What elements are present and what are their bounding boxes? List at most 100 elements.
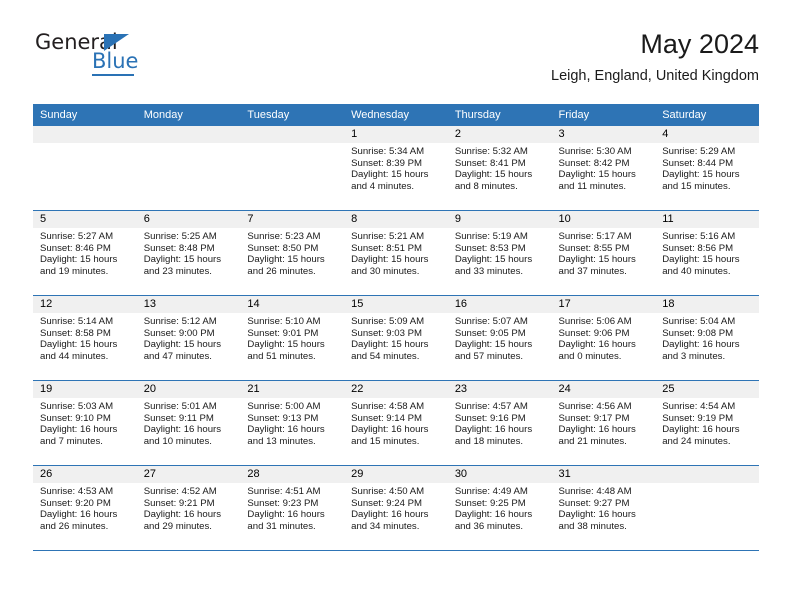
calendar-day-cell[interactable]: 28 Sunrise: 4:51 AM Sunset: 9:23 PM Dayligh…: [240, 465, 345, 551]
day-cell-inner: 25 Sunrise: 4:54 AM Sunset: 9:19 PM Dayligh…: [655, 381, 759, 465]
calendar-day-cell[interactable]: 6 Sunrise: 5:25 AM Sunset: 8:48 PM Daylight…: [136, 210, 241, 296]
calendar-day-cell[interactable]: 2 Sunrise: 5:32 AM Sunset: 8:41 PM Daylight…: [447, 126, 552, 211]
calendar-day-cell[interactable]: 11 Sunrise: 5:16 AM Sunset: 8:56 PM Dayligh…: [655, 210, 759, 296]
daylight-text-line1: Daylight: 16 hours: [247, 424, 325, 436]
day-details: Sunrise: 4:48 AM Sunset: 9:27 PM Daylight:…: [552, 483, 656, 532]
daylight-text-line1: Daylight: 16 hours: [351, 509, 429, 521]
daylight-text-line1: Daylight: 16 hours: [662, 424, 740, 436]
calendar-day-cell[interactable]: 29 Sunrise: 4:50 AM Sunset: 9:24 PM Dayligh…: [344, 465, 448, 551]
day-number: [655, 466, 759, 483]
calendar-day-cell[interactable]: 12 Sunrise: 5:14 AM Sunset: 8:58 PM Dayligh…: [33, 295, 137, 381]
calendar-day-cell[interactable]: 22 Sunrise: 4:58 AM Sunset: 9:14 PM Dayligh…: [344, 380, 448, 466]
sunset-text: Sunset: 9:16 PM: [454, 412, 526, 424]
weekday-header-tuesday: Tuesday: [240, 104, 345, 126]
calendar-day-cell[interactable]: 16 Sunrise: 5:07 AM Sunset: 9:05 PM Dayligh…: [447, 295, 552, 381]
sunset-text: Sunset: 9:23 PM: [247, 497, 319, 509]
daylight-text-line2: and 26 minutes.: [247, 265, 316, 277]
daylight-text-line1: Daylight: 15 hours: [662, 169, 740, 181]
weekday-header-saturday: Saturday: [655, 104, 759, 126]
calendar-day-cell[interactable]: 21 Sunrise: 5:00 AM Sunset: 9:13 PM Dayligh…: [240, 380, 345, 466]
sunset-text: Sunset: 9:21 PM: [143, 497, 215, 509]
daylight-text-line1: Daylight: 15 hours: [454, 169, 533, 181]
daylight-text-line1: Daylight: 15 hours: [454, 339, 533, 351]
daylight-text-line1: Daylight: 16 hours: [454, 509, 533, 521]
calendar-day-cell[interactable]: 20 Sunrise: 5:01 AM Sunset: 9:11 PM Dayligh…: [136, 380, 241, 466]
daylight-text-line1: Daylight: 16 hours: [454, 424, 533, 436]
calendar-day-cell[interactable]: 19 Sunrise: 5:03 AM Sunset: 9:10 PM Dayligh…: [33, 380, 137, 466]
sunset-text: Sunset: 8:42 PM: [558, 157, 630, 169]
sunrise-text: Sunrise: 4:54 AM: [662, 401, 736, 412]
day-details: Sunrise: 5:17 AM Sunset: 8:55 PM Daylight:…: [552, 228, 656, 277]
day-details: Sunrise: 5:00 AM Sunset: 9:13 PM Daylight:…: [240, 398, 344, 447]
day-number: 14: [240, 296, 345, 313]
calendar-day-cell[interactable]: 5 Sunrise: 5:27 AM Sunset: 8:46 PM Daylight…: [33, 210, 137, 296]
daylight-text-line1: Daylight: 16 hours: [143, 509, 222, 521]
calendar-cell-empty: [240, 126, 345, 211]
daylight-text-line2: and 31 minutes.: [247, 520, 316, 532]
calendar-day-cell[interactable]: 30 Sunrise: 4:49 AM Sunset: 9:25 PM Dayligh…: [447, 465, 552, 551]
daylight-text-line2: and 4 minutes.: [351, 180, 415, 192]
calendar-day-cell[interactable]: 14 Sunrise: 5:10 AM Sunset: 9:01 PM Dayligh…: [240, 295, 345, 381]
calendar-week-row: 5 Sunrise: 5:27 AM Sunset: 8:46 PM Daylight…: [33, 210, 759, 296]
sunrise-text: Sunrise: 5:25 AM: [143, 231, 217, 242]
calendar-day-cell[interactable]: 27 Sunrise: 4:52 AM Sunset: 9:21 PM Dayligh…: [136, 465, 241, 551]
day-number: 13: [136, 296, 241, 313]
sunrise-text: Sunrise: 5:19 AM: [454, 231, 528, 242]
calendar-day-cell[interactable]: 23 Sunrise: 4:57 AM Sunset: 9:16 PM Dayligh…: [447, 380, 552, 466]
sunset-text: Sunset: 8:56 PM: [662, 242, 734, 254]
day-number: 24: [551, 381, 656, 398]
calendar-day-cell[interactable]: 25 Sunrise: 4:54 AM Sunset: 9:19 PM Dayligh…: [655, 380, 759, 466]
sunrise-text: Sunrise: 4:51 AM: [247, 486, 321, 497]
daylight-text-line1: Daylight: 15 hours: [454, 254, 533, 266]
day-number: 15: [344, 296, 448, 313]
day-details: Sunrise: 4:49 AM Sunset: 9:25 PM Daylight:…: [448, 483, 552, 532]
daylight-text-line1: Daylight: 15 hours: [143, 339, 222, 351]
day-cell-inner: 23 Sunrise: 4:57 AM Sunset: 9:16 PM Dayligh…: [447, 381, 552, 465]
day-cell-inner: 7 Sunrise: 5:23 AM Sunset: 8:50 PM Daylight…: [240, 211, 345, 295]
daylight-text-line1: Daylight: 16 hours: [558, 509, 636, 521]
daylight-text-line2: and 15 minutes.: [662, 180, 731, 192]
day-number: 18: [655, 296, 759, 313]
day-cell-inner: 15 Sunrise: 5:09 AM Sunset: 9:03 PM Dayligh…: [344, 296, 448, 380]
page-header: General Blue May 2024 Leigh, England, Un…: [33, 28, 759, 100]
sunrise-text: Sunrise: 5:12 AM: [143, 316, 217, 327]
daylight-text-line1: Daylight: 16 hours: [662, 339, 740, 351]
day-cell-inner: 14 Sunrise: 5:10 AM Sunset: 9:01 PM Dayligh…: [240, 296, 345, 380]
page-title: May 2024: [640, 29, 759, 59]
calendar-day-cell[interactable]: 4 Sunrise: 5:29 AM Sunset: 8:44 PM Daylight…: [655, 126, 759, 211]
daylight-text-line2: and 8 minutes.: [454, 180, 518, 192]
day-number: 2: [447, 126, 552, 143]
calendar-day-cell[interactable]: 10 Sunrise: 5:17 AM Sunset: 8:55 PM Dayligh…: [551, 210, 656, 296]
day-cell-inner: 19 Sunrise: 5:03 AM Sunset: 9:10 PM Dayligh…: [33, 381, 137, 465]
calendar-day-cell[interactable]: 1 Sunrise: 5:34 AM Sunset: 8:39 PM Daylight…: [344, 126, 448, 211]
day-cell-inner: 28 Sunrise: 4:51 AM Sunset: 9:23 PM Dayligh…: [240, 466, 345, 550]
calendar-week-row: 12 Sunrise: 5:14 AM Sunset: 8:58 PM Dayligh…: [33, 295, 759, 381]
sunrise-text: Sunrise: 5:29 AM: [662, 146, 736, 157]
day-number: 29: [344, 466, 448, 483]
calendar-day-cell[interactable]: 17 Sunrise: 5:06 AM Sunset: 9:06 PM Dayligh…: [551, 295, 656, 381]
calendar-day-cell[interactable]: 8 Sunrise: 5:21 AM Sunset: 8:51 PM Daylight…: [344, 210, 448, 296]
logo-underline: [92, 74, 134, 76]
day-number: 12: [33, 296, 137, 313]
day-number: 1: [344, 126, 448, 143]
daylight-text-line2: and 18 minutes.: [454, 435, 524, 447]
calendar-day-cell[interactable]: 7 Sunrise: 5:23 AM Sunset: 8:50 PM Daylight…: [240, 210, 345, 296]
sunset-text: Sunset: 8:51 PM: [351, 242, 423, 254]
calendar-page: General Blue May 2024 Leigh, England, Un…: [0, 0, 792, 612]
daylight-text-line2: and 47 minutes.: [143, 350, 212, 362]
daylight-text-line2: and 51 minutes.: [247, 350, 316, 362]
daylight-text-line2: and 23 minutes.: [143, 265, 212, 277]
calendar-day-cell[interactable]: 9 Sunrise: 5:19 AM Sunset: 8:53 PM Daylight…: [447, 210, 552, 296]
sunset-text: Sunset: 8:41 PM: [454, 157, 526, 169]
calendar-day-cell[interactable]: 26 Sunrise: 4:53 AM Sunset: 9:20 PM Dayligh…: [33, 465, 137, 551]
calendar-day-cell[interactable]: 13 Sunrise: 5:12 AM Sunset: 9:00 PM Dayligh…: [136, 295, 241, 381]
day-number: 31: [551, 466, 656, 483]
sunrise-text: Sunrise: 4:48 AM: [558, 486, 632, 497]
calendar-day-cell[interactable]: 3 Sunrise: 5:30 AM Sunset: 8:42 PM Daylight…: [551, 126, 656, 211]
calendar-day-cell[interactable]: 18 Sunrise: 5:04 AM Sunset: 9:08 PM Dayligh…: [655, 295, 759, 381]
calendar-day-cell[interactable]: 24 Sunrise: 4:56 AM Sunset: 9:17 PM Dayligh…: [551, 380, 656, 466]
sunrise-text: Sunrise: 5:34 AM: [351, 146, 425, 157]
calendar-day-cell[interactable]: 31 Sunrise: 4:48 AM Sunset: 9:27 PM Dayligh…: [551, 465, 656, 551]
calendar-cell-empty: [33, 126, 137, 211]
calendar-day-cell[interactable]: 15 Sunrise: 5:09 AM Sunset: 9:03 PM Dayligh…: [344, 295, 448, 381]
